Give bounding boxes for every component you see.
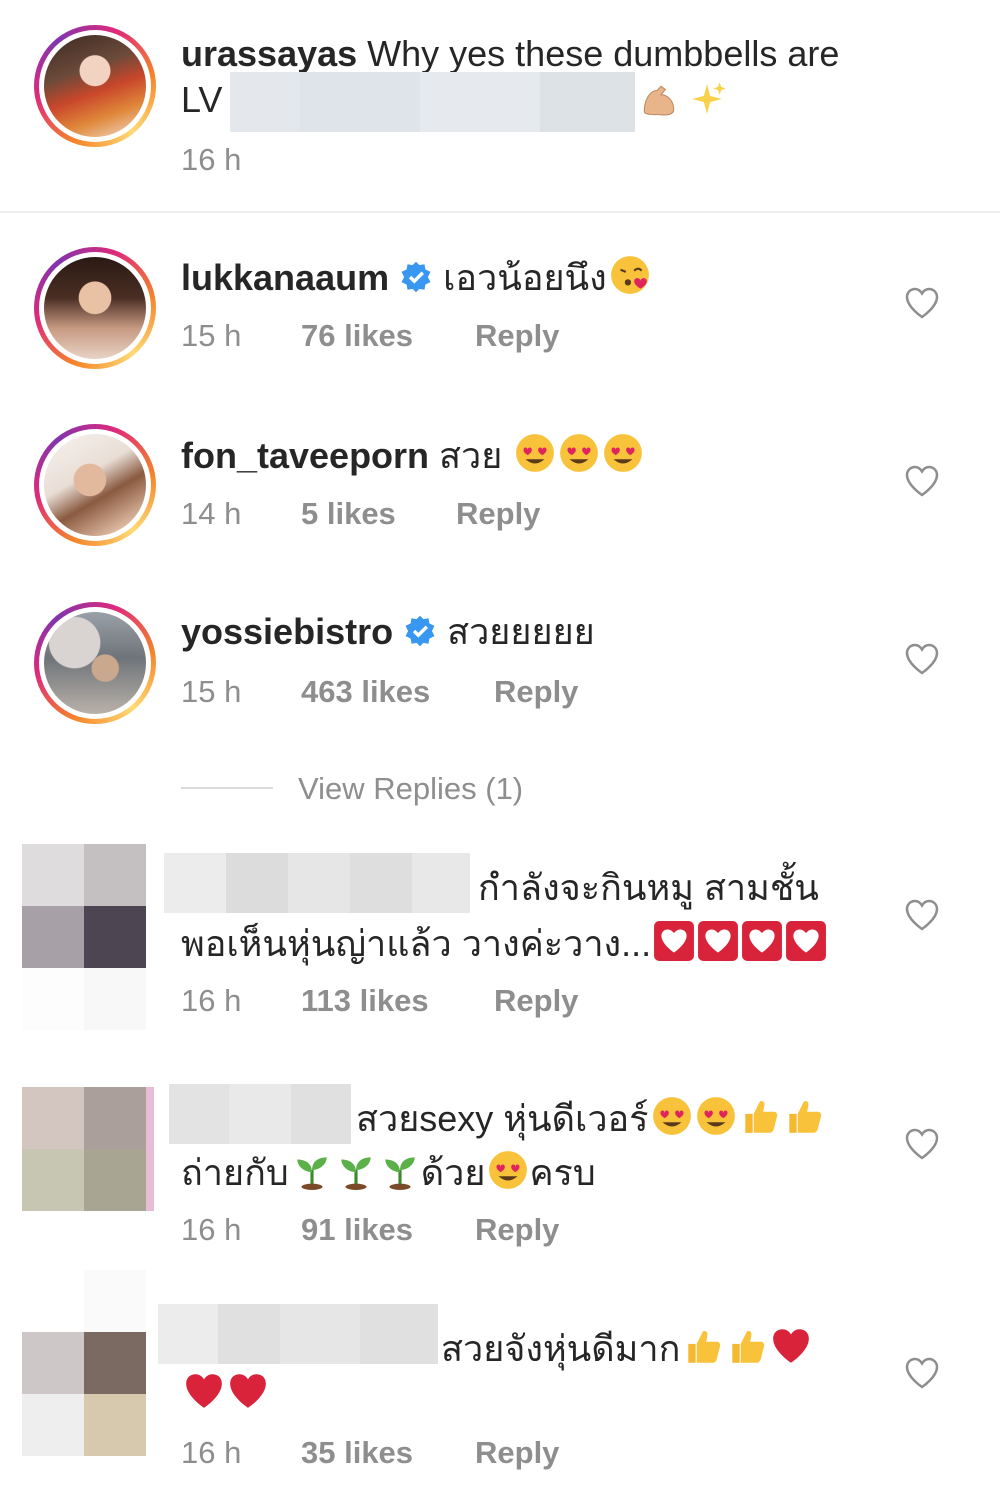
thumbs-up-icon: [732, 1331, 765, 1363]
red-heart-icon: [186, 1374, 222, 1408]
thumbs-up-icon: [788, 1101, 821, 1133]
thumbs-up-icon: [688, 1331, 721, 1363]
divider: [0, 211, 1000, 213]
heart-eyes-icon: [652, 1097, 691, 1135]
comment-body: ด้วย: [420, 1152, 486, 1193]
reply-button[interactable]: Reply: [456, 494, 540, 534]
comment-body: พอเห็นหุ่นญ่าแล้ว วางค่ะวาง...: [181, 923, 652, 964]
red-heart-icon: [230, 1374, 266, 1408]
comment-text: fon_taveeporn สวย: [181, 432, 644, 478]
comment-text: lukkanaaum เอวน้อยนึง: [181, 254, 651, 300]
comment-text-line2: พอเห็นหุ่นญ่าแล้ว วางค่ะวาง...: [181, 920, 827, 966]
timestamp: 16 h: [181, 983, 242, 1018]
comment-body: สวยsexy หุ่นดีเวอร์: [356, 1098, 649, 1139]
comment-text-line2: [181, 1370, 269, 1416]
blurred-username: [158, 1304, 438, 1364]
like-heart-icon[interactable]: [904, 1356, 940, 1390]
timestamp: 16 h: [181, 1435, 242, 1470]
pixelated-avatar-edge: [146, 1087, 154, 1211]
like-heart-icon[interactable]: [904, 464, 940, 498]
blurred-username: [169, 1084, 351, 1144]
heart-eyes-icon: [604, 434, 643, 472]
heart-eyes-icon: [696, 1097, 735, 1135]
view-replies-line: [181, 787, 273, 789]
verified-badge-icon: [405, 615, 435, 647]
comment-text-line2: ถ่ายกับ ด้วย ครบ: [181, 1149, 596, 1195]
view-replies-button[interactable]: View Replies (1): [298, 769, 523, 809]
comment-body: Why yes these dumbbells are: [357, 33, 840, 74]
avatar[interactable]: [34, 247, 156, 369]
comment-body: สวย: [429, 435, 513, 476]
avatar[interactable]: [34, 602, 156, 724]
likes-count[interactable]: 5 likes: [301, 494, 396, 534]
seedling-icon: [297, 1157, 327, 1190]
comment-text: สวยจังหุ่นดีมาก: [441, 1325, 812, 1371]
comment-body: กำลังจะกินหมู สามชั้น: [478, 867, 819, 908]
like-heart-icon[interactable]: [904, 286, 940, 320]
white-heart-box-icon: [786, 921, 827, 961]
timestamp: 15 h: [181, 318, 242, 353]
timestamp: 15 h: [181, 674, 242, 709]
flexed-biceps-icon: [643, 85, 675, 116]
blurred-text: [230, 72, 635, 132]
comment-body: เอวน้อยนึง: [443, 257, 607, 298]
likes-count[interactable]: 91 likes: [301, 1210, 413, 1250]
comment-body: สวยจังหุ่นดีมาก: [441, 1328, 681, 1369]
likes-count[interactable]: 35 likes: [301, 1433, 413, 1473]
avatar[interactable]: [34, 25, 156, 147]
comment-text: สวยsexy หุ่นดีเวอร์: [356, 1095, 825, 1141]
blurred-username: [164, 853, 470, 913]
likes-count[interactable]: 76 likes: [301, 316, 413, 356]
like-heart-icon[interactable]: [904, 898, 940, 932]
face-blowing-kiss-icon: [610, 256, 649, 294]
seedling-icon: [385, 1157, 415, 1190]
comment-body: LV: [181, 79, 223, 120]
comment-body: ครบ: [529, 1152, 596, 1193]
reply-button[interactable]: Reply: [475, 1210, 559, 1250]
heart-eyes-icon: [489, 1151, 528, 1189]
comments-screen: urassayas Why yes these dumbbells are LV…: [0, 0, 1000, 1494]
seedling-icon: [341, 1157, 371, 1190]
white-heart-box-icon: [698, 921, 739, 961]
avatar[interactable]: [34, 424, 156, 546]
username[interactable]: fon_taveeporn: [181, 435, 429, 476]
timestamp: 14 h: [181, 496, 242, 531]
reply-button[interactable]: Reply: [475, 316, 559, 356]
heart-eyes-icon: [560, 434, 599, 472]
like-heart-icon[interactable]: [904, 642, 940, 676]
likes-count[interactable]: 463 likes: [301, 672, 430, 712]
avatar-photo: [44, 612, 146, 714]
avatar-photo: [44, 257, 146, 359]
heart-eyes-icon: [516, 434, 555, 472]
comment-body: สวยยยยย: [447, 611, 595, 652]
timestamp: 16 h: [181, 1212, 242, 1247]
reply-button[interactable]: Reply: [475, 1433, 559, 1473]
avatar-photo: [44, 35, 146, 137]
username[interactable]: lukkanaaum: [181, 257, 389, 298]
avatar-photo: [44, 434, 146, 536]
username[interactable]: urassayas: [181, 33, 357, 74]
sparkles-icon: [692, 82, 726, 114]
reply-button[interactable]: Reply: [494, 981, 578, 1021]
comment-body: ถ่ายกับ: [181, 1152, 289, 1193]
comment-text-line2: LV: [181, 78, 222, 122]
like-heart-icon[interactable]: [904, 1127, 940, 1161]
likes-count[interactable]: 113 likes: [301, 981, 429, 1021]
red-heart-icon: [773, 1329, 810, 1363]
verified-badge-icon: [401, 261, 431, 293]
reply-button[interactable]: Reply: [494, 672, 578, 712]
username[interactable]: yossiebistro: [181, 611, 393, 652]
white-heart-box-icon: [742, 921, 783, 961]
thumbs-up-icon: [744, 1101, 777, 1133]
comment-text: yossiebistro สวยยยยย: [181, 610, 595, 654]
pixelated-avatar[interactable]: [22, 844, 146, 1030]
white-heart-box-icon: [654, 921, 695, 961]
pixelated-avatar[interactable]: [22, 1270, 146, 1456]
pixelated-avatar[interactable]: [22, 1087, 146, 1211]
comment-text: urassayas Why yes these dumbbells are: [181, 32, 839, 76]
timestamp: 16 h: [181, 142, 242, 177]
